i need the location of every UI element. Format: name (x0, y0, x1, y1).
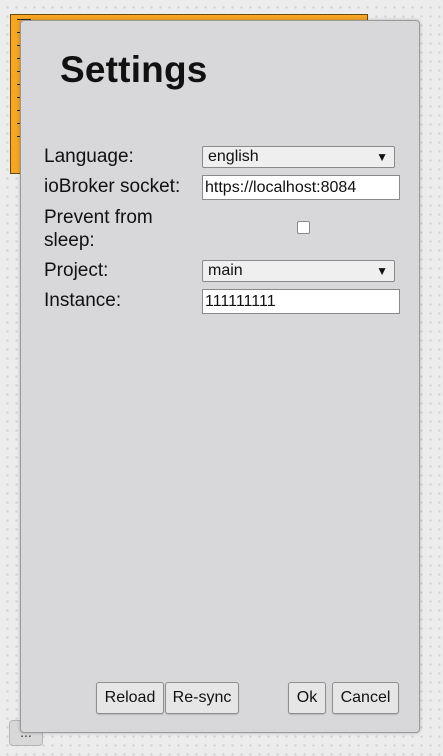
resync-button[interactable]: Re-sync (165, 682, 239, 714)
chevron-down-icon: ▼ (376, 150, 388, 164)
cancel-button[interactable]: Cancel (332, 682, 399, 714)
dialog-title: Settings (60, 49, 208, 90)
project-select[interactable]: main ▼ (202, 260, 395, 282)
prevent-sleep-label-line1: Prevent from (44, 207, 153, 228)
ok-button[interactable]: Ok (288, 682, 326, 714)
project-select-value: main (208, 262, 243, 279)
socket-label: ioBroker socket: (44, 176, 181, 197)
prevent-sleep-label: Prevent from sleep: (44, 206, 153, 252)
language-select-value: english (208, 148, 259, 165)
language-label: Language: (44, 146, 134, 167)
prevent-sleep-checkbox[interactable] (297, 221, 310, 234)
settings-dialog: Settings Language: english ▼ ioBroker so… (20, 20, 420, 733)
instance-label: Instance: (44, 290, 122, 311)
chevron-down-icon: ▼ (376, 264, 388, 278)
instance-input[interactable] (202, 289, 400, 314)
socket-input[interactable] (202, 175, 400, 200)
project-label: Project: (44, 260, 109, 281)
reload-button[interactable]: Reload (96, 682, 164, 714)
prevent-sleep-label-line2: sleep: (44, 230, 95, 251)
language-select[interactable]: english ▼ (202, 146, 395, 168)
